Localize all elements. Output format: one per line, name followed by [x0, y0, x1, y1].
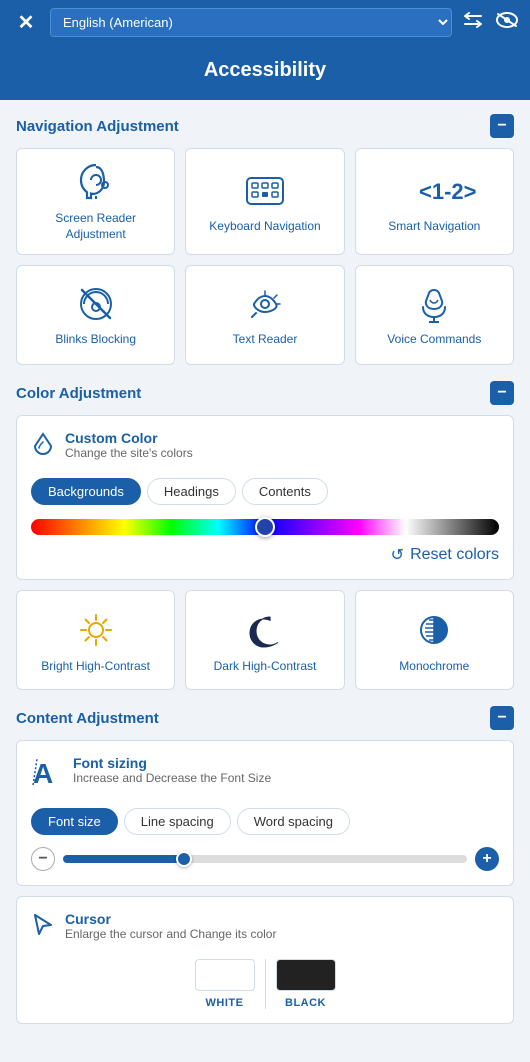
content-section-title: Content Adjustment	[16, 710, 159, 727]
ear-icon	[77, 163, 115, 203]
language-select[interactable]: English (American) Spanish French German	[50, 8, 452, 37]
contrast-grid: Bright High-Contrast Dark High-Contrast	[16, 590, 514, 690]
font-size-slider[interactable]	[63, 855, 467, 863]
color-tabs: Backgrounds Headings Contents	[31, 478, 499, 505]
cursor-white-option[interactable]: WHITE	[195, 959, 255, 1009]
font-size-tab[interactable]: Font size	[31, 808, 118, 835]
top-bar: ✕ English (American) Spanish French Germ…	[0, 0, 530, 45]
custom-color-panel: Custom Color Change the site's colors Ba…	[16, 415, 514, 580]
cursor-text: Cursor Enlarge the cursor and Change its…	[65, 911, 276, 941]
custom-color-description: Change the site's colors	[65, 446, 193, 460]
svg-text:<1-2>: <1-2>	[419, 179, 477, 204]
bright-high-contrast-card[interactable]: Bright High-Contrast	[16, 590, 175, 690]
top-bar-icons	[462, 12, 518, 33]
cursor-divider	[265, 959, 266, 1009]
sun-icon	[77, 609, 115, 651]
tab-contents[interactable]: Contents	[242, 478, 328, 505]
font-sizing-heading: Font sizing	[73, 755, 271, 771]
voice-commands-card[interactable]: Voice Commands	[355, 265, 514, 365]
keyboard-nav-card[interactable]: Keyboard Navigation	[185, 148, 344, 255]
color-section-title: Color Adjustment	[16, 385, 141, 402]
navigation-section-header: Navigation Adjustment −	[16, 114, 514, 138]
slider-fill	[63, 855, 184, 863]
custom-color-text: Custom Color Change the site's colors	[65, 430, 193, 460]
custom-color-heading: Custom Color	[65, 430, 193, 446]
moon-icon	[246, 609, 284, 651]
cursor-black-label: BLACK	[285, 997, 326, 1009]
font-sizing-text: Font sizing Increase and Decrease the Fo…	[73, 755, 271, 785]
tab-headings[interactable]: Headings	[147, 478, 236, 505]
content-section: Content Adjustment − A Font sizing Incre…	[16, 706, 514, 1024]
text-reader-label: Text Reader	[233, 332, 298, 348]
color-section-header: Color Adjustment −	[16, 381, 514, 405]
tab-backgrounds[interactable]: Backgrounds	[31, 478, 141, 505]
bright-high-contrast-label: Bright High-Contrast	[41, 659, 150, 673]
monochrome-icon	[415, 609, 453, 651]
color-slider[interactable]	[31, 519, 499, 535]
font-tabs: Font size Line spacing Word spacing	[31, 808, 499, 835]
smart-nav-icon: <1-2>	[415, 171, 453, 211]
blinks-icon	[77, 284, 115, 324]
svg-text:A: A	[33, 758, 53, 789]
color-section: Color Adjustment − Custom Color Change t…	[16, 381, 514, 690]
color-drop-icon	[31, 432, 55, 466]
navigation-grid: Screen ReaderAdjustment Keyboard Navigat	[16, 148, 514, 365]
screen-reader-label: Screen ReaderAdjustment	[55, 211, 136, 242]
navigation-section: Navigation Adjustment − Screen ReaderAdj…	[16, 114, 514, 365]
blinks-blocking-label: Blinks Blocking	[55, 332, 136, 348]
cursor-white-label: WHITE	[206, 997, 244, 1009]
content-section-header: Content Adjustment −	[16, 706, 514, 730]
font-sizing-icon: A	[31, 755, 63, 796]
blinks-blocking-card[interactable]: Blinks Blocking	[16, 265, 175, 365]
slider-thumb	[176, 851, 192, 867]
cursor-icon	[31, 911, 55, 945]
color-collapse-button[interactable]: −	[490, 381, 514, 405]
dark-high-contrast-label: Dark High-Contrast	[214, 659, 317, 673]
cursor-black-swatch	[276, 959, 336, 991]
font-sizing-description: Increase and Decrease the Font Size	[73, 771, 271, 785]
cursor-description: Enlarge the cursor and Change its color	[65, 927, 276, 941]
navigation-section-title: Navigation Adjustment	[16, 118, 179, 135]
reset-icon: ↺	[391, 545, 404, 565]
font-size-decrease-button[interactable]: −	[31, 847, 55, 871]
font-sizing-panel: A Font sizing Increase and Decrease the …	[16, 740, 514, 886]
swap-icon[interactable]	[462, 12, 484, 33]
monochrome-card[interactable]: Monochrome	[355, 590, 514, 690]
dark-high-contrast-card[interactable]: Dark High-Contrast	[185, 590, 344, 690]
line-spacing-tab[interactable]: Line spacing	[124, 808, 231, 835]
keyboard-nav-label: Keyboard Navigation	[209, 219, 320, 235]
text-reader-card[interactable]: Text Reader	[185, 265, 344, 365]
voice-icon	[415, 284, 453, 324]
custom-color-header: Custom Color Change the site's colors	[31, 430, 499, 466]
reset-colors-button[interactable]: ↺ Reset colors	[31, 545, 499, 565]
navigation-collapse-button[interactable]: −	[490, 114, 514, 138]
cursor-heading: Cursor	[65, 911, 276, 927]
word-spacing-tab[interactable]: Word spacing	[237, 808, 350, 835]
page-header: Accessibility	[0, 45, 530, 100]
content-collapse-button[interactable]: −	[490, 706, 514, 730]
smart-nav-card[interactable]: <1-2> Smart Navigation	[355, 148, 514, 255]
hide-icon[interactable]	[496, 12, 518, 33]
smart-nav-label: Smart Navigation	[388, 219, 480, 235]
keyboard-icon	[245, 171, 285, 211]
cursor-white-swatch	[195, 959, 255, 991]
color-slider-thumb	[255, 517, 275, 537]
monochrome-label: Monochrome	[399, 659, 469, 673]
page-title: Accessibility	[0, 59, 530, 82]
cursor-panel: Cursor Enlarge the cursor and Change its…	[16, 896, 514, 1024]
cursor-black-option[interactable]: BLACK	[276, 959, 336, 1009]
font-sizing-header: A Font sizing Increase and Decrease the …	[31, 755, 499, 796]
font-slider-row: − +	[31, 847, 499, 871]
text-reader-icon	[246, 284, 284, 324]
font-size-increase-button[interactable]: +	[475, 847, 499, 871]
voice-commands-label: Voice Commands	[387, 332, 481, 348]
close-button[interactable]: ✕	[12, 9, 40, 37]
screen-reader-card[interactable]: Screen ReaderAdjustment	[16, 148, 175, 255]
cursor-options: WHITE BLACK	[31, 959, 499, 1009]
cursor-header: Cursor Enlarge the cursor and Change its…	[31, 911, 499, 945]
reset-colors-label: Reset colors	[410, 546, 499, 564]
main-content: Navigation Adjustment − Screen ReaderAdj…	[0, 100, 530, 1054]
